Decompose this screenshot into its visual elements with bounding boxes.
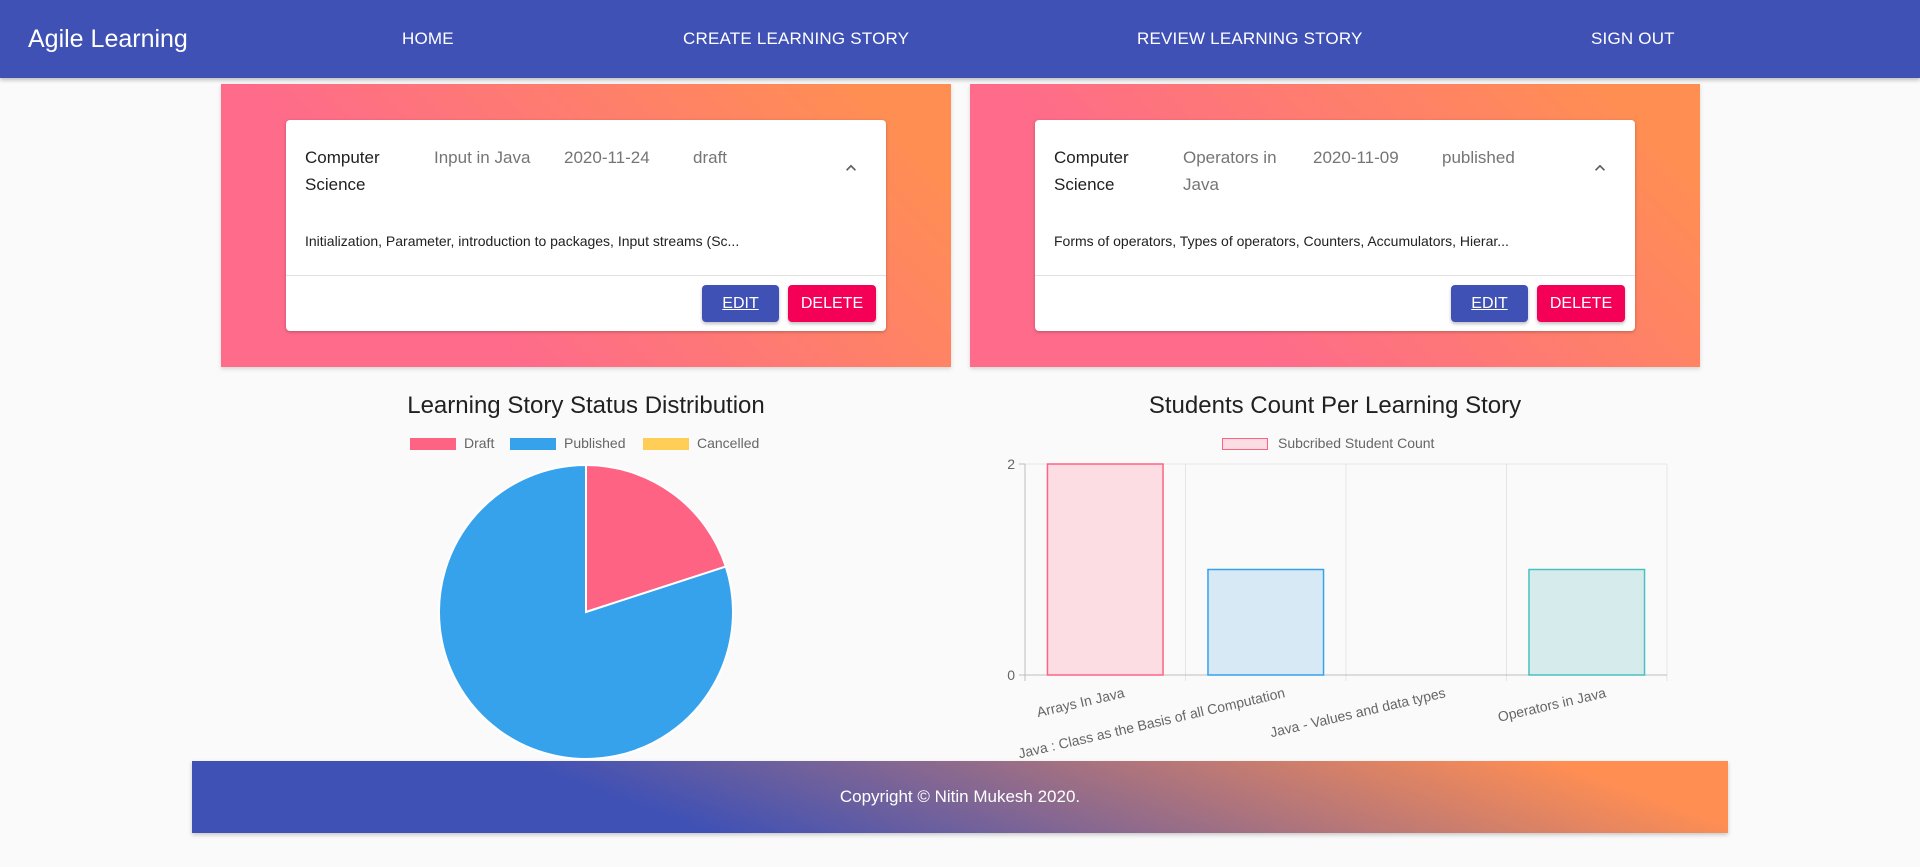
pie-chart bbox=[438, 463, 734, 760]
y-tick-label: 2 bbox=[1007, 456, 1015, 472]
nav-create-learning-story[interactable]: CREATE LEARNING STORY bbox=[683, 0, 909, 78]
legend-label-subscribed: Subcribed Student Count bbox=[1278, 435, 1435, 451]
legend-label-draft: Draft bbox=[464, 435, 495, 451]
card-divider bbox=[1035, 275, 1635, 276]
footer-copyright: Copyright © Nitin Mukesh 2020. bbox=[839, 787, 1081, 806]
bar[interactable] bbox=[1046, 463, 1164, 676]
legend-swatch bbox=[1222, 438, 1268, 450]
card-divider bbox=[286, 275, 886, 276]
nav-home[interactable]: HOME bbox=[402, 0, 454, 78]
story-date: 2020-11-09 bbox=[1313, 148, 1399, 167]
chevron-up-icon[interactable] bbox=[1590, 158, 1610, 178]
edit-button[interactable]: EDIT bbox=[702, 285, 779, 322]
story-panel: Computer Science Input in Java 2020-11-2… bbox=[221, 84, 951, 367]
pie-chart-title: Learning Story Status Distribution bbox=[407, 392, 765, 419]
chevron-up-icon[interactable] bbox=[841, 158, 861, 178]
story-description: Forms of operators, Types of operators, … bbox=[1054, 233, 1509, 249]
legend-label-published: Published bbox=[564, 435, 626, 451]
nav-sign-out[interactable]: SIGN OUT bbox=[1591, 0, 1675, 78]
legend-swatch bbox=[510, 438, 556, 450]
story-description: Initialization, Parameter, introduction … bbox=[305, 233, 740, 249]
delete-button[interactable]: DELETE bbox=[1537, 285, 1625, 322]
legend-item-draft[interactable]: Draft bbox=[410, 435, 500, 451]
story-topic: Operators in Java bbox=[1183, 148, 1277, 194]
legend-item-published[interactable]: Published bbox=[510, 435, 630, 451]
edit-button[interactable]: EDIT bbox=[1451, 285, 1528, 322]
x-tick-label: Arrays In Java bbox=[1035, 684, 1126, 720]
story-panel: Computer Science Operators in Java 2020-… bbox=[970, 84, 1700, 367]
story-topic: Input in Java bbox=[434, 148, 531, 167]
legend-swatch bbox=[410, 438, 456, 450]
legend-label-cancelled: Cancelled bbox=[697, 435, 760, 451]
bar[interactable] bbox=[1207, 568, 1325, 676]
app-title: Agile Learning bbox=[28, 25, 188, 53]
y-tick-label: 0 bbox=[1007, 667, 1015, 683]
x-tick-label: Operators in Java bbox=[1496, 684, 1607, 724]
story-subject: Computer Science bbox=[305, 148, 380, 194]
story-status: draft bbox=[693, 148, 728, 167]
story-card-header[interactable]: Computer Science Operators in Java 2020-… bbox=[1035, 120, 1635, 194]
legend-item-subscribed[interactable]: Subcribed Student Count bbox=[1222, 435, 1462, 451]
legend-item-cancelled[interactable]: Cancelled bbox=[643, 435, 773, 451]
nav-review-learning-story[interactable]: REVIEW LEARNING STORY bbox=[1137, 0, 1363, 78]
story-card-header[interactable]: Computer Science Input in Java 2020-11-2… bbox=[286, 120, 886, 194]
story-subject: Computer Science bbox=[1054, 148, 1129, 194]
legend-swatch bbox=[643, 438, 689, 450]
delete-button[interactable]: DELETE bbox=[788, 285, 876, 322]
story-card: Computer Science Input in Java 2020-11-2… bbox=[286, 120, 886, 331]
x-tick-label: Java - Values and data types bbox=[1268, 684, 1447, 740]
footer: Copyright © Nitin Mukesh 2020. bbox=[192, 761, 1728, 833]
app-bar: Agile Learning HOME CREATE LEARNING STOR… bbox=[0, 0, 1920, 78]
bar[interactable] bbox=[1528, 568, 1646, 676]
x-tick-label: Java : Class as the Basis of all Computa… bbox=[1017, 684, 1287, 760]
story-card: Computer Science Operators in Java 2020-… bbox=[1035, 120, 1635, 331]
bar-chart: 0 2 Arrays In JavaJava : Class as the Basi… bbox=[1007, 456, 1668, 760]
story-date: 2020-11-24 bbox=[564, 148, 650, 167]
story-status: published bbox=[1442, 148, 1515, 167]
bar-chart-title: Students Count Per Learning Story bbox=[1148, 392, 1522, 419]
